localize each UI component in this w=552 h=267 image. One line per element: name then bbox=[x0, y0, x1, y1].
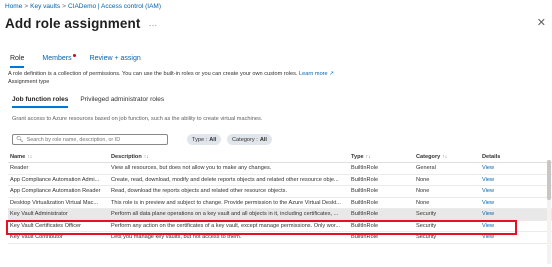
column-description-label: Description bbox=[111, 153, 142, 160]
search-icon: 🔍︎ bbox=[16, 137, 24, 143]
subtab-privileged-admin-roles[interactable]: Privileged administrator roles bbox=[80, 96, 164, 108]
view-details-link[interactable]: View bbox=[482, 200, 542, 206]
role-description-cell: Lets you manage key vaults, but not acce… bbox=[111, 234, 242, 241]
page-title: Add role assignment bbox=[5, 15, 141, 31]
view-details-link[interactable]: View bbox=[482, 165, 542, 171]
selection-highlight-box bbox=[6, 220, 517, 235]
role-description-cell: Perform all data plane operations on a k… bbox=[111, 211, 339, 218]
role-category: None bbox=[416, 188, 430, 195]
role-name: App Compliance Automation Admi... bbox=[10, 176, 100, 183]
table-row[interactable]: App Compliance Automation Reader Read, d… bbox=[8, 186, 552, 198]
required-indicator-icon bbox=[72, 54, 76, 57]
category-filter-pill[interactable]: Category : All bbox=[227, 134, 272, 145]
breadcrumb-separator: > bbox=[62, 3, 66, 10]
type-filter-value: All bbox=[209, 136, 217, 143]
view-details-link[interactable]: View bbox=[482, 211, 542, 217]
tab-review-assign[interactable]: Review + assign bbox=[90, 55, 141, 68]
role-description-cell: View all resources, but does not allow y… bbox=[111, 165, 272, 172]
type-filter-label: Type : bbox=[192, 136, 208, 143]
role-category: None bbox=[416, 199, 430, 206]
category-filter-label: Category : bbox=[232, 136, 258, 143]
role-type: BuiltInRole bbox=[351, 176, 379, 183]
role-name: Reader bbox=[10, 165, 29, 172]
title-row: Add role assignment … bbox=[5, 14, 157, 32]
table-row[interactable]: Reader View all resources, but does not … bbox=[8, 163, 552, 175]
breadcrumb-home[interactable]: Home bbox=[5, 3, 22, 10]
column-header-type[interactable]: Type ↑↓ bbox=[351, 154, 416, 160]
tab-role[interactable]: Role bbox=[10, 55, 25, 68]
close-icon[interactable]: ✕ bbox=[537, 16, 546, 29]
role-category: None bbox=[416, 176, 430, 183]
column-header-description[interactable]: Description ↑↓ bbox=[111, 154, 351, 160]
column-header-details: Details bbox=[482, 153, 501, 160]
role-category: General bbox=[416, 165, 436, 172]
role-description-cell: This role is in preview and subject to c… bbox=[111, 199, 341, 206]
role-description-cell: Read, download the reports objects and r… bbox=[111, 188, 287, 195]
column-type-label: Type bbox=[351, 153, 364, 160]
breadcrumb-iam[interactable]: CIADemo | Access control (IAM) bbox=[68, 3, 161, 10]
role-name: App Compliance Automation Reader bbox=[10, 188, 101, 195]
table-row[interactable]: Desktop Virtualization Virtual Mac... Th… bbox=[8, 198, 552, 209]
tab-role-label: Role bbox=[10, 55, 25, 62]
view-details-link[interactable]: View bbox=[482, 188, 542, 194]
more-options-icon[interactable]: … bbox=[148, 18, 157, 28]
scrollbar-thumb[interactable] bbox=[547, 160, 551, 200]
role-description: A role definition is a collection of per… bbox=[8, 70, 334, 86]
sort-icon: ↑↓ bbox=[442, 153, 448, 160]
column-header-name[interactable]: Name ↑↓ bbox=[8, 154, 111, 160]
category-filter-value: All bbox=[259, 136, 267, 143]
view-details-link[interactable]: View bbox=[482, 177, 542, 183]
breadcrumb: Home > Key vaults > CIADemo | Access control… bbox=[5, 3, 161, 10]
tab-bar: Role Members Review + assign bbox=[10, 54, 159, 68]
sort-icon: ↑↓ bbox=[27, 153, 33, 160]
role-type: BuiltInRole bbox=[351, 199, 379, 206]
subtab-job-function-roles[interactable]: Job function roles bbox=[12, 96, 69, 108]
search-input[interactable] bbox=[26, 136, 167, 143]
role-type: BuiltInRole bbox=[351, 165, 379, 172]
external-link-icon: ↗ bbox=[329, 71, 334, 77]
grant-description: Grant access to Azure resources based on… bbox=[12, 116, 263, 122]
role-type: BuiltInRole bbox=[351, 234, 379, 241]
sort-icon: ↑↓ bbox=[365, 153, 371, 160]
tab-members[interactable]: Members bbox=[42, 54, 76, 68]
column-category-label: Category bbox=[416, 153, 441, 160]
view-details-link[interactable]: View bbox=[482, 234, 542, 240]
breadcrumb-key-vaults[interactable]: Key vaults bbox=[30, 3, 60, 10]
sort-icon: ↑↓ bbox=[143, 153, 149, 160]
role-subtabs: Job function roles Privileged administra… bbox=[12, 96, 176, 108]
type-filter-pill[interactable]: Type : All bbox=[187, 134, 222, 145]
table-row[interactable]: App Compliance Automation Admi... Create… bbox=[8, 175, 552, 186]
role-description-cell: Create, read, download, modify and delet… bbox=[111, 176, 339, 183]
tab-review-assign-label: Review + assign bbox=[89, 55, 141, 62]
learn-more-link[interactable]: Learn more ↗ bbox=[299, 71, 334, 77]
role-category: Security bbox=[416, 234, 437, 241]
column-header-category[interactable]: Category ↑↓ bbox=[416, 154, 482, 160]
role-type: BuiltInRole bbox=[351, 188, 379, 195]
role-name: Key Vault Contributor bbox=[10, 234, 63, 241]
role-name: Desktop Virtualization Virtual Mac... bbox=[10, 199, 99, 206]
role-category: Security bbox=[416, 211, 437, 218]
table-row-selected[interactable]: Key Vault Administrator Perform all data… bbox=[8, 209, 552, 221]
column-name-label: Name bbox=[10, 153, 26, 160]
assignment-type-label: Assignment type bbox=[8, 79, 50, 85]
search-box[interactable]: 🔍︎ bbox=[12, 134, 168, 145]
table-header: Name ↑↓ Description ↑↓ Type ↑↓ Category ↑↓ D… bbox=[8, 151, 552, 163]
description-text: A role definition is a collection of per… bbox=[8, 71, 298, 77]
breadcrumb-separator: > bbox=[24, 3, 29, 10]
tab-members-label: Members bbox=[42, 55, 72, 62]
learn-more-label: Learn more bbox=[299, 71, 328, 77]
role-name: Key Vault Administrator bbox=[10, 211, 68, 218]
role-type: BuiltInRole bbox=[351, 211, 379, 218]
